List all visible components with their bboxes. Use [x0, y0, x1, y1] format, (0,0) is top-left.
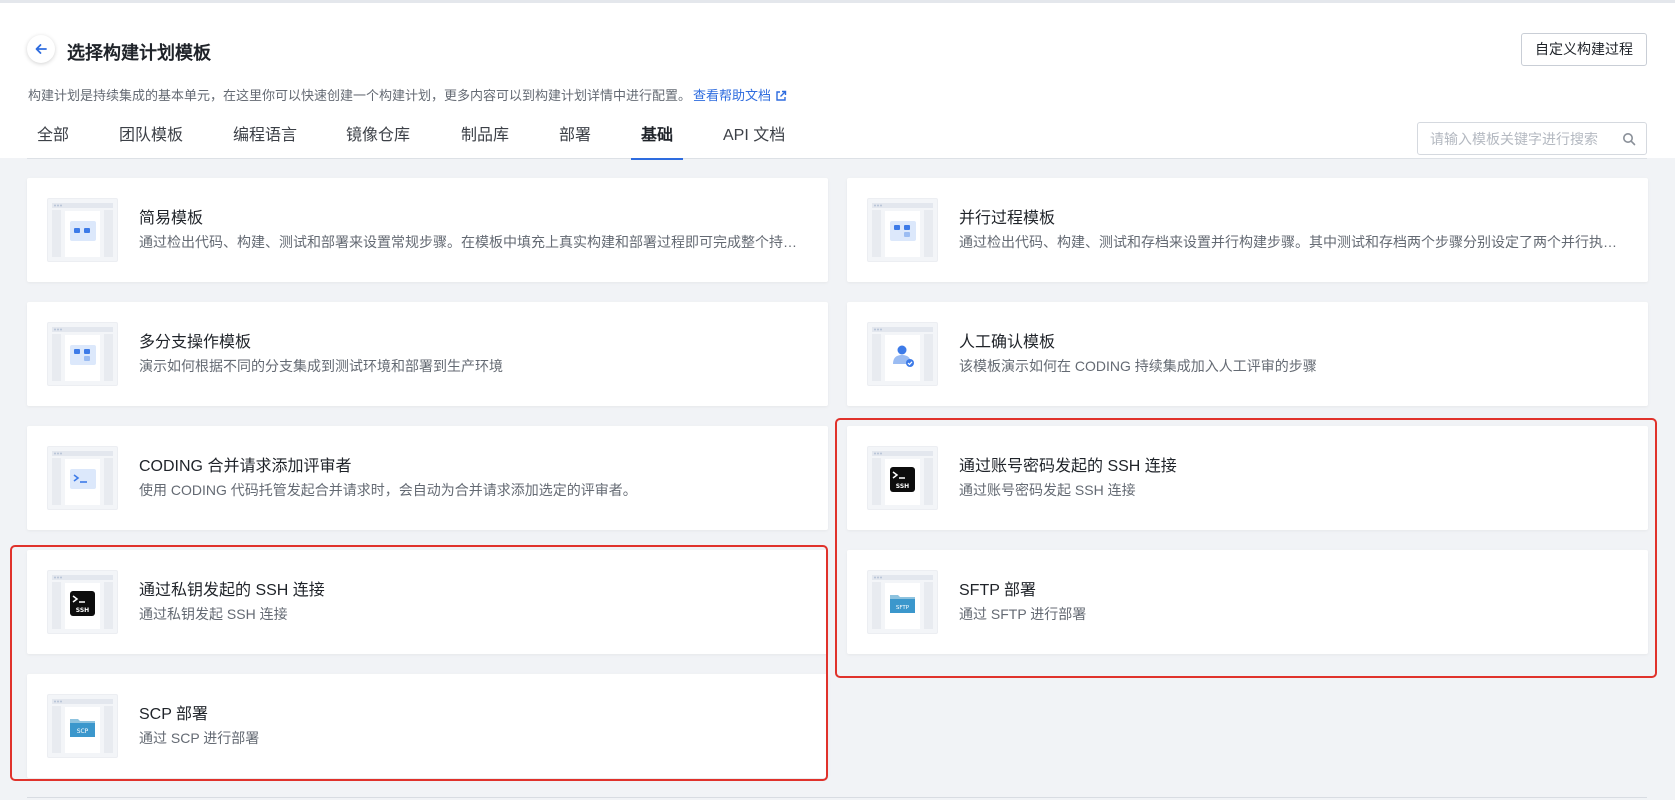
template-description: 通过私钥发起 SSH 连接	[139, 606, 288, 622]
template-thumbnail: SCP	[47, 694, 118, 758]
user-check-icon	[872, 327, 933, 381]
template-title: SFTP 部署	[959, 582, 1037, 599]
template-card-ssh-password[interactable]: SSH 通过账号密码发起的 SSH 连接 通过账号密码发起 SSH 连接	[847, 426, 1648, 530]
template-title: SCP 部署	[139, 706, 209, 723]
tab-basic[interactable]: 基础	[631, 111, 684, 160]
bottom-divider	[27, 797, 1647, 798]
category-tabs: 全部 团队模板 编程语言 镜像仓库 制品库 部署 基础 API 文档	[27, 111, 1647, 160]
flow-diagram-icon	[52, 203, 113, 257]
terminal-icon	[52, 451, 113, 505]
template-thumbnail	[867, 198, 938, 262]
template-title: 多分支操作模板	[139, 334, 252, 351]
template-card-manual-approval[interactable]: 人工确认模板 该模板演示如何在 CODING 持续集成加入人工评审的步骤	[847, 302, 1648, 406]
template-thumbnail	[867, 322, 938, 386]
template-title: 通过私钥发起的 SSH 连接	[139, 582, 325, 599]
template-card-multi-branch[interactable]: 多分支操作模板 演示如何根据不同的分支集成到测试环境和部署到生产环境	[27, 302, 828, 406]
search-icon[interactable]	[1622, 132, 1636, 146]
ssh-icon-label: SSH	[76, 607, 89, 614]
template-description: 通过账号密码发起 SSH 连接	[959, 482, 1136, 498]
template-description: 演示如何根据不同的分支集成到测试环境和部署到生产环境	[139, 358, 503, 374]
template-thumbnail: SSH	[867, 446, 938, 510]
template-title: 简易模板	[139, 210, 204, 227]
tab-deploy[interactable]: 部署	[549, 111, 601, 159]
template-card-mr-reviewers[interactable]: CODING 合并请求添加评审者 使用 CODING 代码托管发起合并请求时，会…	[27, 426, 828, 530]
tab-team-templates[interactable]: 团队模板	[109, 111, 193, 159]
template-card-parallel[interactable]: 并行过程模板 通过检出代码、构建、测试和存档来设置并行构建步骤。其中测试和存档两…	[847, 178, 1648, 282]
scp-folder-icon: SCP	[52, 699, 113, 753]
ssh-icon: SSH	[52, 575, 113, 629]
page-title: 选择构建计划模板	[67, 43, 211, 63]
template-thumbnail	[47, 322, 118, 386]
template-description: 使用 CODING 代码托管发起合并请求时，会自动为合并请求添加选定的评审者。	[139, 482, 637, 498]
template-description: 该模板演示如何在 CODING 持续集成加入人工评审的步骤	[959, 358, 1317, 374]
template-card-sftp-deploy[interactable]: SFTP SFTP 部署 通过 SFTP 进行部署	[847, 550, 1648, 654]
tab-image-registry[interactable]: 镜像仓库	[336, 111, 420, 159]
template-thumbnail	[47, 198, 118, 262]
branch-flow-icon	[52, 327, 113, 381]
template-card-simple[interactable]: 简易模板 通过检出代码、构建、测试和部署来设置常规步骤。在模板中填充上真实构建和…	[27, 178, 828, 282]
template-title: 人工确认模板	[959, 334, 1056, 351]
parallel-flow-icon	[872, 203, 933, 257]
external-link-icon	[776, 90, 787, 101]
tab-all[interactable]: 全部	[27, 111, 79, 159]
custom-build-button[interactable]: 自定义构建过程	[1521, 33, 1647, 66]
sftp-folder-icon: SFTP	[872, 575, 933, 629]
template-title: 并行过程模板	[959, 210, 1056, 227]
description-text: 构建计划是持续集成的基本单元，在这里你可以快速创建一个构建计划，更多内容可以到构…	[28, 88, 692, 103]
tab-artifacts[interactable]: 制品库	[451, 111, 519, 159]
template-title: 通过账号密码发起的 SSH 连接	[959, 458, 1177, 475]
search-input[interactable]	[1418, 123, 1613, 154]
page-header: 选择构建计划模板 自定义构建过程 构建计划是持续集成的基本单元，在这里你可以快速…	[0, 3, 1675, 160]
template-card-scp-deploy[interactable]: SCP SCP 部署 通过 SCP 进行部署	[27, 674, 828, 778]
template-title: CODING 合并请求添加评审者	[139, 458, 352, 475]
template-description: 通过 SCP 进行部署	[139, 730, 260, 746]
arrow-left-icon	[35, 44, 47, 54]
template-thumbnail: SFTP	[867, 570, 938, 634]
template-search	[1417, 122, 1647, 155]
ssh-icon-label: SSH	[896, 483, 909, 490]
sftp-icon-label: SFTP	[896, 605, 910, 611]
ssh-icon: SSH	[872, 451, 933, 505]
help-docs-link[interactable]: 查看帮助文档	[693, 88, 787, 103]
page-description: 构建计划是持续集成的基本单元，在这里你可以快速创建一个构建计划，更多内容可以到构…	[28, 85, 787, 104]
tab-api-docs[interactable]: API 文档	[713, 111, 795, 159]
template-card-ssh-private-key[interactable]: SSH 通过私钥发起的 SSH 连接 通过私钥发起 SSH 连接	[27, 550, 828, 654]
template-description: 通过 SFTP 进行部署	[959, 606, 1087, 622]
template-thumbnail: SSH	[47, 570, 118, 634]
scp-icon-label: SCP	[77, 728, 89, 735]
back-button[interactable]	[27, 35, 55, 63]
template-description: 通过检出代码、构建、测试和部署来设置常规步骤。在模板中填充上真实构建和部署过程即…	[139, 234, 799, 250]
help-docs-link-label: 查看帮助文档	[693, 88, 772, 103]
template-description: 通过检出代码、构建、测试和存档来设置并行构建步骤。其中测试和存档两个步骤分别设定…	[959, 234, 1619, 250]
tab-programming-languages[interactable]: 编程语言	[223, 111, 307, 159]
template-thumbnail	[47, 446, 118, 510]
